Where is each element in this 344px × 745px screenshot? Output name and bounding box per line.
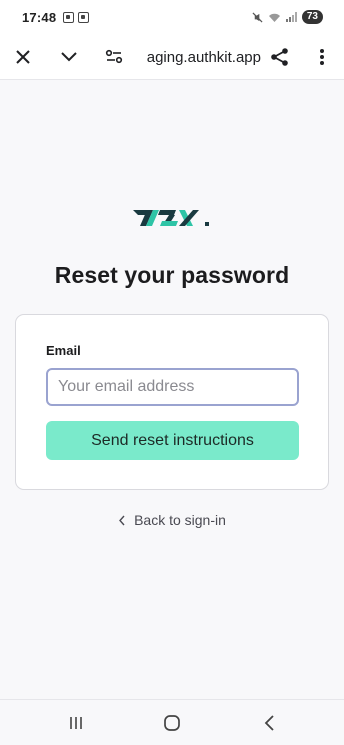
minimize-button[interactable] <box>51 34 87 80</box>
close-tab-button[interactable] <box>5 34 41 80</box>
email-label: Email <box>46 343 81 358</box>
browser-toolbar: aging.authkit.app <box>0 34 344 80</box>
share-icon <box>271 48 288 66</box>
notification-icons <box>63 11 90 23</box>
site-settings-button[interactable] <box>97 34 131 80</box>
address-bar[interactable]: aging.authkit.app <box>131 34 261 80</box>
url-text: aging.authkit.app <box>146 48 261 66</box>
system-icons: 73 <box>252 10 323 24</box>
home-button[interactable] <box>150 700 194 745</box>
share-button[interactable] <box>262 34 298 80</box>
chevron-down-icon <box>61 52 77 62</box>
email-input[interactable] <box>46 368 299 406</box>
more-menu-button[interactable] <box>304 34 340 80</box>
system-nav-bar <box>0 699 344 745</box>
chevron-left-icon <box>118 515 126 526</box>
close-icon <box>16 50 30 64</box>
screenshot-icon <box>78 11 90 23</box>
recents-button[interactable] <box>54 700 98 745</box>
send-reset-instructions-button[interactable]: Send reset instructions <box>46 421 299 460</box>
brand-logo <box>133 210 209 226</box>
wifi-icon <box>268 13 280 22</box>
back-to-sign-in-label: Back to sign-in <box>134 512 226 528</box>
reset-form-card: Email Send reset instructions <box>15 314 329 490</box>
page-title: Reset your password <box>54 262 290 288</box>
home-icon <box>164 715 180 731</box>
status-bar: 17:48 73 <box>0 0 344 34</box>
battery-indicator: 73 <box>301 10 323 24</box>
more-icon <box>320 49 324 65</box>
back-to-sign-in-link[interactable]: Back to sign-in <box>0 512 344 528</box>
back-icon <box>264 715 274 731</box>
signal-icon <box>285 12 297 22</box>
back-button[interactable] <box>247 700 291 745</box>
site-settings-icon <box>105 49 123 64</box>
screenshot-icon <box>63 11 75 23</box>
recents-icon <box>70 717 82 729</box>
page-content: Reset your password Email Send reset ins… <box>0 80 344 699</box>
mute-icon <box>252 11 263 23</box>
status-time: 17:48 <box>22 9 57 25</box>
